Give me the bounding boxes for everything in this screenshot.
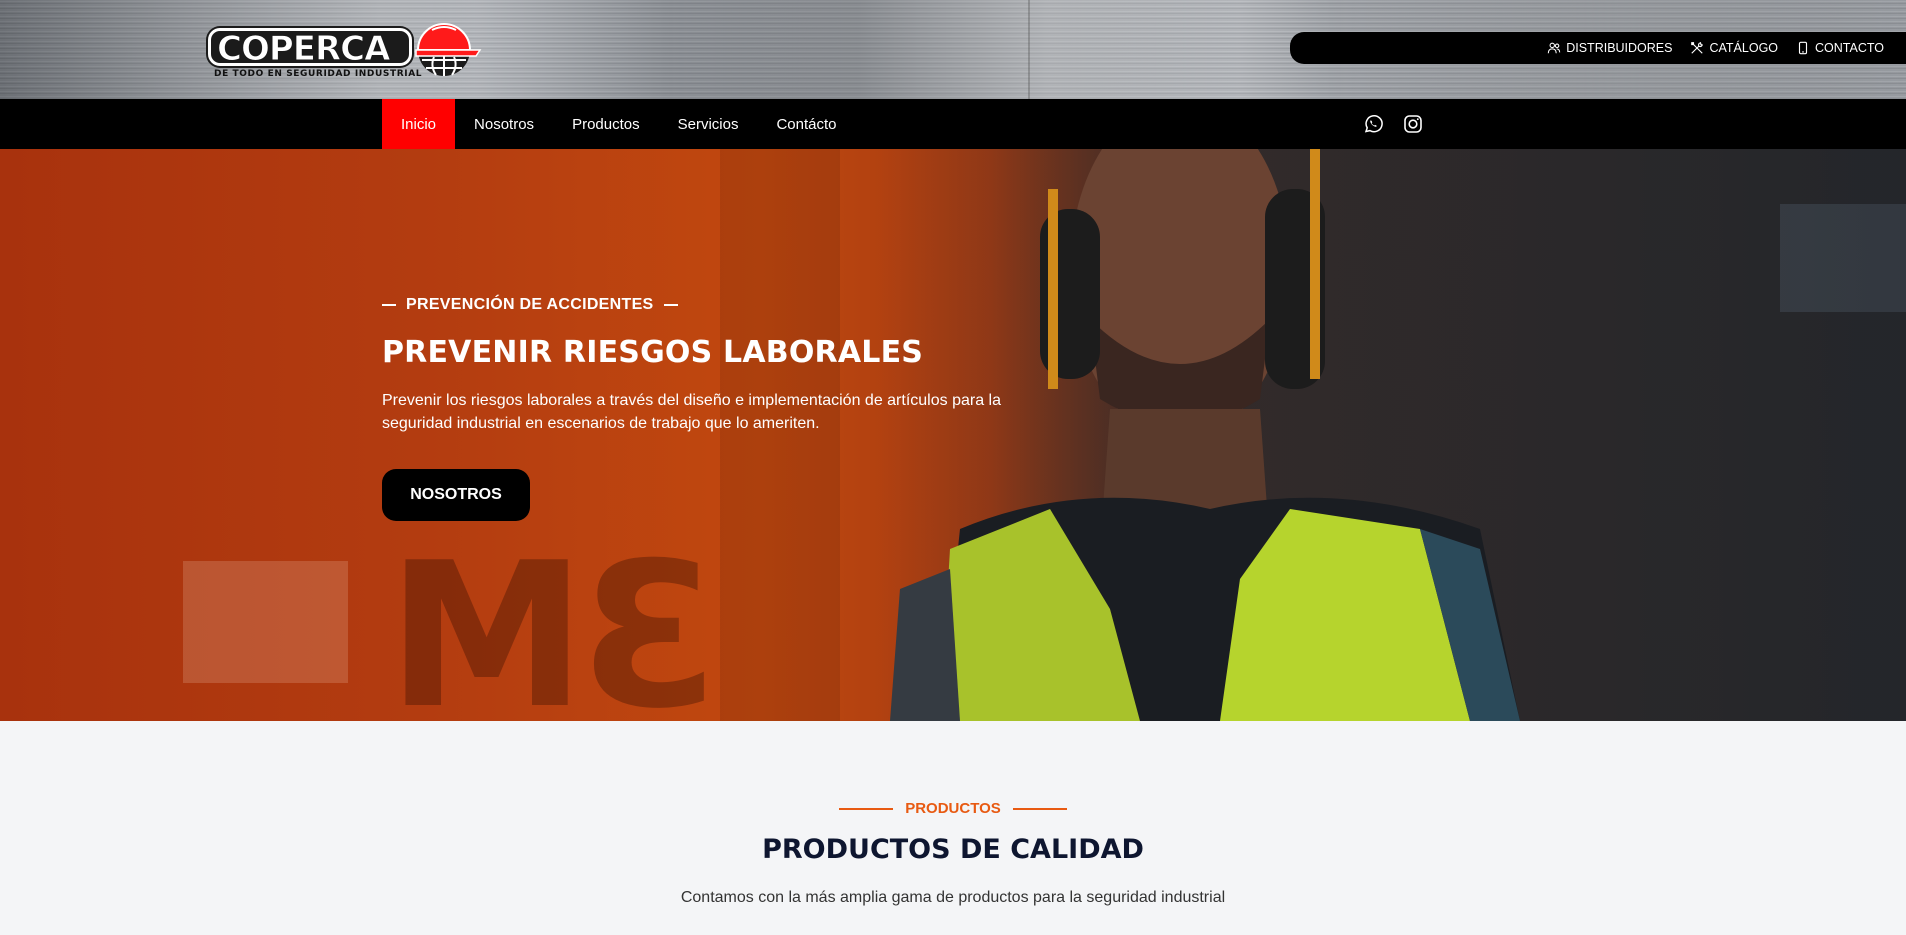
nav-item-servicios[interactable]: Servicios <box>659 99 758 149</box>
main-navbar: Inicio Nosotros Productos Servicios Cont… <box>0 99 1906 149</box>
nosotros-button[interactable]: NOSOTROS <box>382 469 530 521</box>
instagram-icon[interactable] <box>1402 113 1424 135</box>
kicker-line-right <box>1012 807 1067 810</box>
products-subtitle: Contamos con la más amplia gama de produ… <box>680 889 1226 906</box>
hero-bg-sign <box>183 561 348 683</box>
hero-title: PREVENIR RIESGOS LABORALES <box>382 335 924 370</box>
hero-description: Prevenir los riesgos laborales a través … <box>382 392 1001 432</box>
hero-kicker-text: PREVENCIÓN DE ACCIDENTES <box>406 296 654 313</box>
logo-name: COPERCA <box>216 29 390 69</box>
nav-item-inicio[interactable]: Inicio <box>382 99 456 149</box>
toplink-contacto[interactable]: CONTACTO <box>1796 41 1884 55</box>
nav-item-productos[interactable]: Productos <box>553 99 659 149</box>
phone-icon <box>1798 41 1808 55</box>
main-nav: Inicio Nosotros Productos Servicios Cont… <box>382 99 856 149</box>
toplink-label: DISTRIBUIDORES <box>1566 41 1673 55</box>
hero-banner: 3M <box>0 149 1906 721</box>
hero-kicker: PREVENCIÓN DE ACCIDENTES <box>382 296 678 314</box>
users-icon <box>1548 42 1561 54</box>
kicker-line-right <box>663 304 678 306</box>
products-title: PRODUCTOS DE CALIDAD <box>762 834 1144 865</box>
logo-wordmark: COPERCA <box>208 28 412 69</box>
kicker-line-left <box>839 807 894 810</box>
products-kicker: PRODUCTOS <box>0 800 1906 817</box>
top-header: COPERCA DE TODO EN SEGURIDAD INDUSTRIAL … <box>0 0 1906 99</box>
kicker-line-left <box>382 304 396 306</box>
products-kicker-text: PRODUCTOS <box>905 800 1001 817</box>
logo-tagline: DE TODO EN SEGURIDAD INDUSTRIAL <box>214 69 423 79</box>
top-links-bar: DISTRIBUIDORES CATÁLOGO CONTACTO <box>1290 32 1906 64</box>
worker-photo <box>880 149 1906 721</box>
products-section: PRODUCTOS PRODUCTOS DE CALIDAD Contamos … <box>0 721 1906 935</box>
toplink-catalogo[interactable]: CATÁLOGO <box>1690 41 1778 55</box>
nav-item-contacto[interactable]: Contácto <box>757 99 855 149</box>
toplink-label: CATÁLOGO <box>1709 41 1779 55</box>
tools-icon <box>1691 42 1704 54</box>
social-links <box>1362 113 1424 135</box>
toplink-distribuidores[interactable]: DISTRIBUIDORES <box>1547 41 1672 55</box>
metal-seam <box>1028 0 1030 99</box>
whatsapp-icon[interactable] <box>1362 113 1384 135</box>
helmet-globe-icon <box>415 23 482 76</box>
hero-bg-wall <box>720 149 840 721</box>
toplink-label: CONTACTO <box>1815 41 1884 55</box>
hero-bg-3m-mark: 3M <box>395 520 718 721</box>
brand-logo[interactable]: COPERCA DE TODO EN SEGURIDAD INDUSTRIAL <box>208 22 482 84</box>
nav-item-nosotros[interactable]: Nosotros <box>455 99 553 149</box>
